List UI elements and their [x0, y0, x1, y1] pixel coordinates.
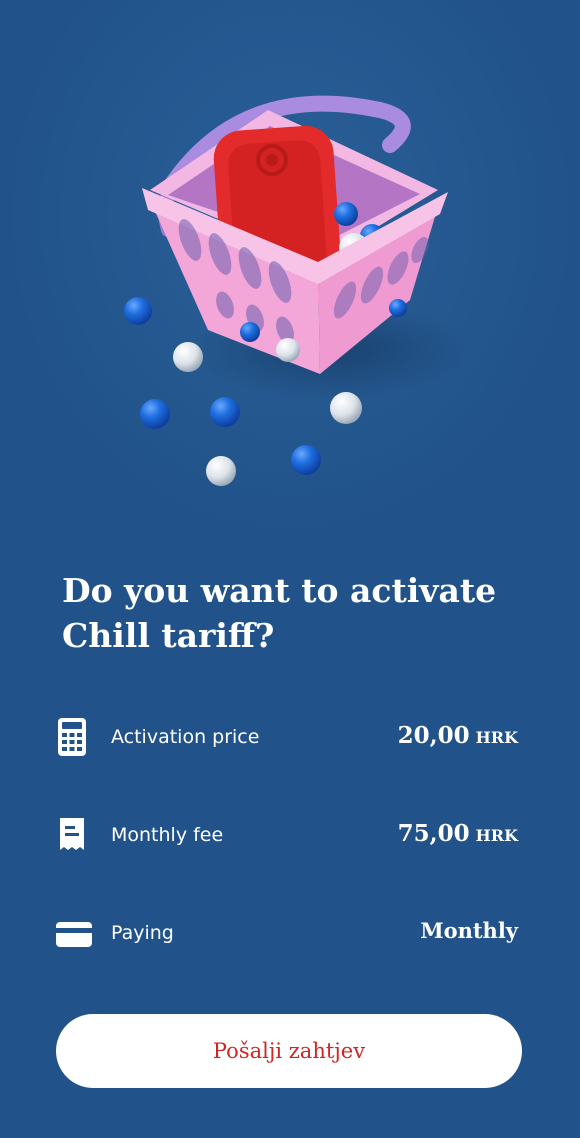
activation-price-value: 20,00 HRK — [398, 722, 518, 749]
calculator-icon — [56, 718, 92, 758]
paying-frequency: Monthly — [420, 918, 518, 943]
monthly-fee-currency: HRK — [475, 826, 518, 845]
basket-illustration — [124, 95, 470, 486]
paying-label: Paying — [111, 922, 174, 944]
page-title: Do you want to activate Chill tariff? — [62, 571, 497, 655]
monthly-fee-value: 75,00 HRK — [398, 820, 518, 847]
monthly-fee-amount: 75,00 — [397, 820, 470, 847]
paying-row: Paying Monthly — [56, 914, 518, 954]
activation-price-currency: HRK — [475, 728, 518, 747]
activation-price-label: Activation price — [111, 726, 260, 748]
receipt-icon — [56, 816, 92, 856]
paying-value: Monthly — [420, 918, 518, 943]
credit-card-icon — [56, 914, 92, 954]
activation-price-amount: 20,00 — [397, 722, 470, 749]
monthly-fee-label: Monthly fee — [111, 824, 224, 846]
monthly-fee-row: Monthly fee 75,00 HRK — [56, 816, 518, 856]
submit-request-button[interactable]: Pošalji zahtjev — [56, 1014, 522, 1088]
hero-illustration — [0, 0, 580, 540]
activation-price-row: Activation price 20,00 HRK — [56, 718, 518, 758]
